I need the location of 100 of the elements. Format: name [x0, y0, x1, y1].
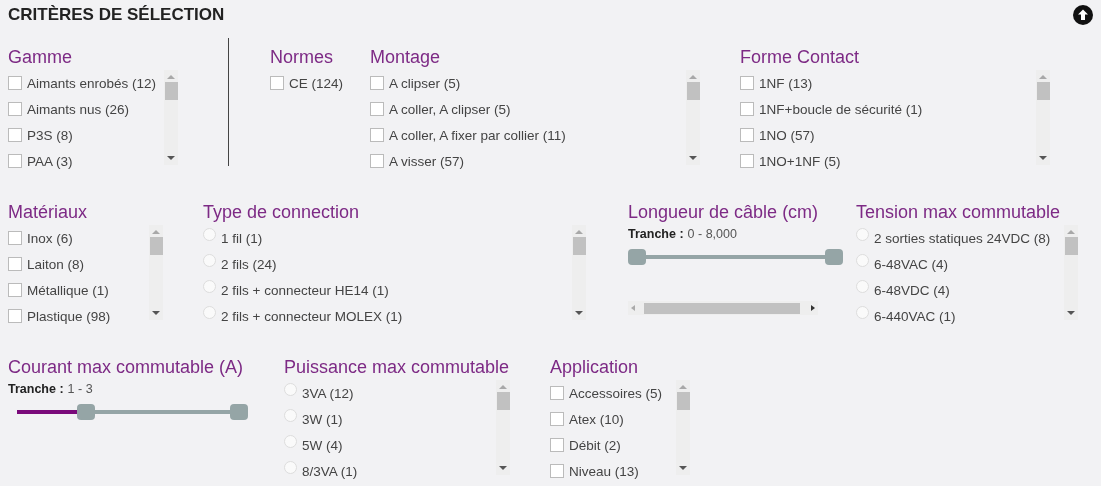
scrollbar[interactable]: [686, 70, 700, 165]
filter-title: Puissance max commutable: [284, 356, 510, 378]
checkbox[interactable]: [550, 438, 564, 452]
option-label: 8/3VA (1): [302, 463, 358, 479]
scroll-up-icon[interactable]: [1067, 229, 1075, 235]
checkbox[interactable]: [8, 102, 22, 116]
slider-handle[interactable]: [628, 249, 646, 265]
radio-button[interactable]: [856, 227, 869, 241]
scroll-up-icon[interactable]: [679, 384, 687, 390]
radio-button[interactable]: [856, 305, 869, 319]
option-label: Aimants nus (26): [27, 101, 130, 117]
scroll-down-icon[interactable]: [679, 465, 687, 471]
checkbox[interactable]: [370, 76, 384, 90]
option-label: A coller, A fixer par collier (11): [389, 127, 566, 143]
slider-handle[interactable]: [230, 404, 248, 420]
scroll-thumb[interactable]: [1036, 82, 1050, 100]
checkbox[interactable]: [8, 231, 22, 245]
scroll-thumb[interactable]: [676, 392, 690, 410]
option-label: Inox (6): [27, 230, 73, 246]
scroll-up-icon[interactable]: [499, 384, 507, 390]
scrollbar[interactable]: [149, 225, 163, 320]
checkbox[interactable]: [8, 257, 22, 271]
option-label: 6-48VDC (4): [874, 282, 950, 298]
option-label: Accessoires (5): [569, 385, 663, 401]
filter-title: Tension max commutable: [856, 201, 1061, 223]
scroll-down-icon[interactable]: [152, 310, 160, 316]
scrollbar[interactable]: [572, 225, 586, 320]
scrollbar[interactable]: [676, 380, 690, 475]
checkbox[interactable]: [370, 154, 384, 168]
radio-button[interactable]: [203, 253, 216, 267]
radio-button[interactable]: [856, 253, 869, 267]
scroll-down-icon[interactable]: [499, 465, 507, 471]
horizontal-scrollbar[interactable]: [628, 301, 818, 315]
checkbox[interactable]: [740, 76, 754, 90]
radio-button[interactable]: [203, 279, 216, 293]
scroll-down-icon[interactable]: [167, 155, 175, 161]
option-label: 3W (1): [302, 411, 343, 427]
checkbox[interactable]: [8, 309, 22, 323]
radio-button[interactable]: [203, 305, 216, 319]
scroll-thumb[interactable]: [149, 237, 163, 255]
option-label: 1NO (57): [759, 127, 815, 143]
scrollbar[interactable]: [496, 380, 510, 475]
checkbox[interactable]: [550, 464, 564, 478]
radio-button[interactable]: [856, 279, 869, 293]
scroll-down-icon[interactable]: [689, 155, 697, 161]
range-value: 0 - 8,000: [687, 227, 737, 241]
scroll-thumb[interactable]: [164, 82, 178, 100]
checkbox[interactable]: [8, 154, 22, 168]
scroll-down-icon[interactable]: [1067, 310, 1075, 316]
scroll-thumb[interactable]: [1064, 237, 1078, 255]
scrollbar[interactable]: [1036, 70, 1050, 165]
option-label: Métallique (1): [27, 282, 109, 298]
option-label: 2 fils (24): [221, 256, 277, 272]
scroll-down-icon[interactable]: [1039, 155, 1047, 161]
collapse-up-icon[interactable]: [1073, 5, 1093, 25]
radio-button[interactable]: [284, 408, 297, 422]
range-label: Tranche :: [628, 227, 684, 241]
filter-title: Longueur de câble (cm): [628, 201, 819, 223]
range-value: 1 - 3: [67, 382, 93, 396]
scroll-up-icon[interactable]: [1039, 74, 1047, 80]
option-label: PAA (3): [27, 153, 73, 169]
checkbox[interactable]: [550, 412, 564, 426]
option-label: Plastique (98): [27, 308, 111, 324]
scroll-thumb[interactable]: [572, 237, 586, 255]
scrollbar[interactable]: [164, 70, 178, 165]
filter-title: Application: [550, 356, 639, 378]
radio-button[interactable]: [284, 382, 297, 396]
checkbox[interactable]: [8, 128, 22, 142]
option-label: 2 sorties statiques 24VDC (8): [874, 230, 1051, 246]
checkbox[interactable]: [740, 102, 754, 116]
option-label: A coller, A clipser (5): [389, 101, 511, 117]
slider-handle[interactable]: [825, 249, 843, 265]
scroll-thumb[interactable]: [686, 82, 700, 100]
option-label: 2 fils + connecteur HE14 (1): [221, 282, 389, 298]
radio-button[interactable]: [203, 227, 216, 241]
option-label: A clipser (5): [389, 75, 461, 91]
checkbox[interactable]: [550, 386, 564, 400]
checkbox[interactable]: [270, 76, 284, 90]
scroll-down-icon[interactable]: [575, 310, 583, 316]
radio-button[interactable]: [284, 460, 297, 474]
checkbox[interactable]: [740, 154, 754, 168]
scroll-thumb[interactable]: [496, 392, 510, 410]
filter-title: Normes: [270, 46, 333, 68]
option-label: Niveau (13): [569, 463, 639, 479]
checkbox[interactable]: [8, 283, 22, 297]
filter-title: Courant max commutable (A): [8, 356, 244, 378]
checkbox[interactable]: [370, 102, 384, 116]
scroll-up-icon[interactable]: [152, 229, 160, 235]
checkbox[interactable]: [370, 128, 384, 142]
radio-button[interactable]: [284, 434, 297, 448]
scroll-up-icon[interactable]: [575, 229, 583, 235]
option-label: 6-48VAC (4): [874, 256, 949, 272]
scrollbar[interactable]: [1064, 225, 1078, 320]
scroll-up-icon[interactable]: [167, 74, 175, 80]
scroll-up-icon[interactable]: [689, 74, 697, 80]
checkbox[interactable]: [8, 76, 22, 90]
option-label: CE (124): [289, 75, 344, 91]
slider-handle[interactable]: [76, 404, 95, 420]
checkbox[interactable]: [740, 128, 754, 142]
range-slider[interactable]: [628, 249, 843, 265]
